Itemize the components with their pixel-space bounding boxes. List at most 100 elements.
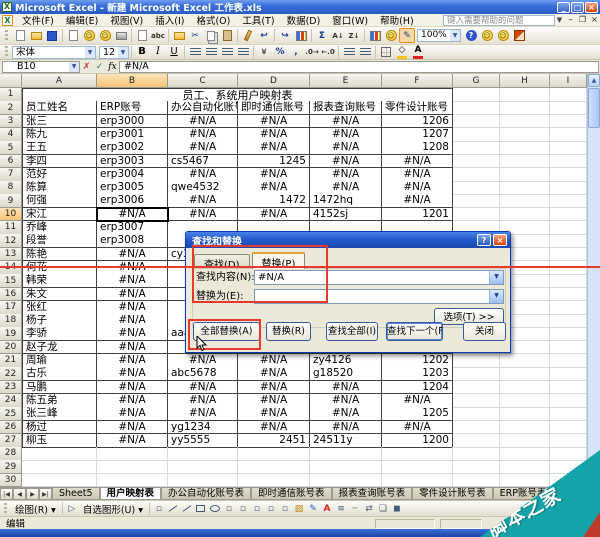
cell-G9[interactable] [453, 194, 500, 208]
cell-H24[interactable] [500, 394, 550, 408]
drawing-font-color-icon[interactable]: A [320, 502, 334, 515]
column-header-D[interactable]: D [238, 74, 310, 88]
cell-E10[interactable]: 4152sj [310, 208, 382, 222]
cell-D26[interactable]: #N/A [238, 421, 310, 435]
cell-A15[interactable]: 韩荣 [22, 274, 97, 288]
cell-I21[interactable] [550, 354, 587, 368]
cell-E8[interactable]: #N/A [310, 181, 382, 195]
cell-B18[interactable]: #N/A [97, 314, 168, 328]
sheet-tab-0[interactable]: Sheet5 [52, 488, 100, 500]
drawing-oval-icon[interactable] [208, 502, 222, 515]
dialog-help-button[interactable]: ? [477, 234, 491, 246]
cell-D4[interactable]: #N/A [238, 128, 310, 142]
toolbar-format-painter-icon[interactable] [240, 28, 256, 43]
cell-A8[interactable]: 陈算 [22, 181, 97, 195]
cell-F3[interactable]: 1206 [382, 115, 453, 129]
format-increase-indent-icon[interactable] [357, 45, 373, 60]
cell-G30[interactable] [453, 474, 500, 487]
cell-D5[interactable]: #N/A [238, 141, 310, 155]
cell-B17[interactable]: #N/A [97, 301, 168, 315]
cell-G4[interactable] [453, 128, 500, 142]
cell-D28[interactable] [238, 447, 310, 461]
drawing-line-color-icon[interactable]: ✎ [306, 502, 320, 515]
cell-E28[interactable] [310, 447, 382, 461]
format-borders-icon[interactable] [378, 45, 394, 60]
cell-A27[interactable]: 柳玉 [22, 434, 97, 448]
dialog-close-button[interactable]: × [493, 234, 507, 246]
cell-B16[interactable]: #N/A [97, 288, 168, 302]
cell-C27[interactable]: yy5555 [168, 434, 238, 448]
toolbar-smiley-icon[interactable]: ☺ [495, 28, 511, 43]
vertical-scrollbar[interactable]: ▲ ▼ [587, 74, 600, 487]
row-header-12[interactable]: 12 [0, 234, 22, 248]
cell-H3[interactable] [500, 115, 550, 129]
dialog-button-2[interactable]: 查找全部(I) [326, 322, 378, 341]
dialog-button-4[interactable]: 关闭 [463, 322, 506, 341]
cell-B7[interactable]: erp3004 [97, 168, 168, 182]
cell-I2[interactable] [550, 101, 587, 115]
cell-D27[interactable]: 2451 [238, 434, 310, 448]
cell-A24[interactable]: 陈五弟 [22, 394, 97, 408]
cell-C9[interactable]: #N/A [168, 194, 238, 208]
cell-C22[interactable]: abc5678 [168, 367, 238, 381]
row-header-11[interactable]: 11 [0, 221, 22, 235]
cell-A22[interactable]: 古乐 [22, 367, 97, 381]
insert-function-icon[interactable]: fx [106, 61, 119, 73]
format-comma-icon[interactable]: , [288, 45, 304, 60]
cell-B22[interactable]: #N/A [97, 367, 168, 381]
toolbar-smiley-icon[interactable]: ☺ [81, 28, 97, 43]
cell-F23[interactable]: 1204 [382, 381, 453, 395]
cell-I24[interactable] [550, 394, 587, 408]
drawing-select-objects-icon[interactable]: ▫ [152, 502, 166, 515]
cell-D22[interactable]: #N/A [238, 367, 310, 381]
cell-B4[interactable]: erp3001 [97, 128, 168, 142]
toolbar-smiley-icon[interactable]: ☺ [479, 28, 495, 43]
workbook-minimize-button[interactable]: – [565, 15, 576, 25]
format-italic-icon[interactable]: I [150, 45, 166, 60]
row-header-23[interactable]: 23 [0, 381, 22, 395]
cell-A18[interactable]: 杨子 [22, 314, 97, 328]
toolbar-smiley-icon[interactable]: ☺ [383, 28, 399, 43]
cell-A25[interactable]: 张三峰 [22, 407, 97, 421]
cell-D25[interactable]: #N/A [238, 407, 310, 421]
toolbar-grip[interactable] [5, 46, 8, 58]
cell-H10[interactable] [500, 208, 550, 222]
cell-B6[interactable]: erp3003 [97, 155, 168, 169]
cell-E24[interactable]: #N/A [310, 394, 382, 408]
cell-B23[interactable]: #N/A [97, 381, 168, 395]
prev-sheet-icon[interactable]: ◀ [13, 488, 26, 500]
toolbar-save-icon[interactable] [44, 28, 60, 43]
first-sheet-icon[interactable]: |◀ [0, 488, 13, 500]
drawing-clipart-icon[interactable]: ▫ [264, 502, 278, 515]
cell-H5[interactable] [500, 141, 550, 155]
scroll-up-icon[interactable]: ▲ [588, 74, 600, 87]
drawing-diagram-icon[interactable]: ▫ [250, 502, 264, 515]
format-underline-icon[interactable]: U [166, 45, 182, 60]
format-fill-color-icon[interactable]: ◇ [394, 45, 410, 60]
row-header-5[interactable]: 5 [0, 141, 22, 155]
chevron-down-icon[interactable]: ▼ [85, 47, 95, 58]
row-header-29[interactable]: 29 [0, 460, 22, 474]
cell-E23[interactable]: #N/A [310, 381, 382, 395]
cell-A30[interactable] [22, 474, 97, 487]
cell-A21[interactable]: 周瑜 [22, 354, 97, 368]
drawing-textbox-icon[interactable]: ▫ [222, 502, 236, 515]
font-size-select[interactable]: 12▼ [99, 46, 129, 59]
cell-I17[interactable] [550, 301, 587, 315]
format-align-center-icon[interactable] [203, 45, 219, 60]
workbook-icon[interactable]: X [2, 15, 13, 26]
select-objects-icon[interactable]: ▷ [65, 502, 79, 515]
toolbar-script-home-icon[interactable] [511, 28, 527, 43]
cell-B26[interactable]: #N/A [97, 421, 168, 435]
cell-A7[interactable]: 范好 [22, 168, 97, 182]
cell-A5[interactable]: 王五 [22, 141, 97, 155]
cell-B20[interactable]: #N/A [97, 341, 168, 355]
toolbar-help-icon[interactable]: ? [463, 28, 479, 43]
sheet-tab-5[interactable]: 零件设计账号表 [412, 488, 493, 500]
cell-H28[interactable] [500, 447, 550, 461]
cell-F28[interactable] [382, 447, 453, 461]
cell-D2[interactable]: 即时通信账号 [238, 101, 310, 115]
chevron-down-icon[interactable]: ▼ [489, 290, 503, 303]
row-header-9[interactable]: 9 [0, 194, 22, 208]
scrollbar-thumb[interactable] [588, 88, 600, 128]
